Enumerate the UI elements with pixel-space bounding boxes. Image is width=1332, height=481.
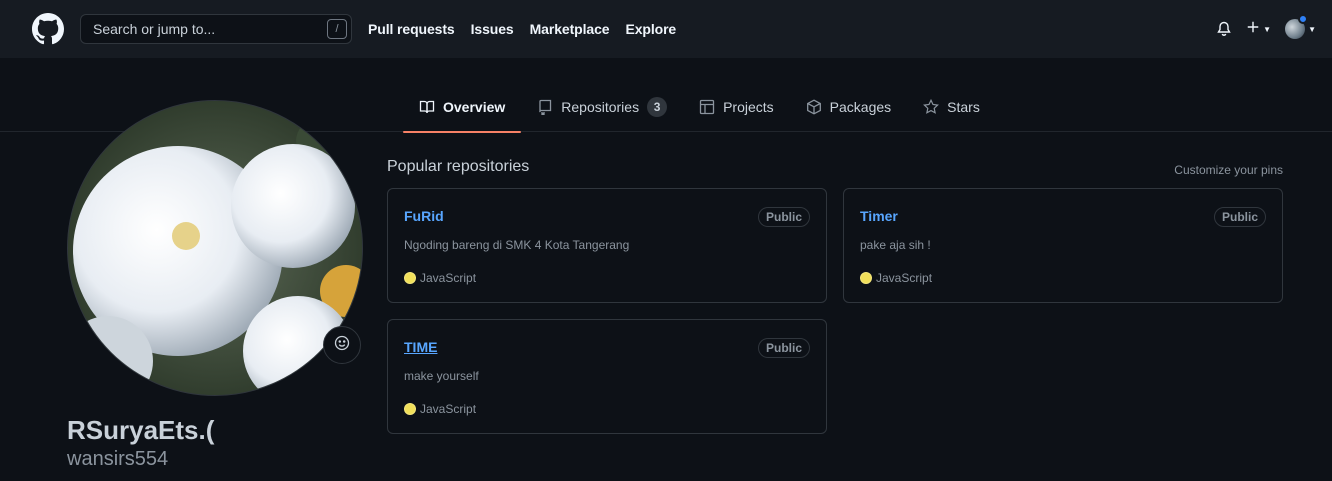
smiley-icon (334, 335, 350, 356)
tab-label: Projects (723, 99, 774, 115)
repo-card: FuRid Public Ngoding bareng di SMK 4 Kot… (387, 188, 827, 303)
profile-tabs: Overview Repositories 3 Projects Package… (403, 82, 996, 133)
tab-label: Stars (947, 99, 980, 115)
language-color-dot (860, 272, 872, 284)
repo-count-badge: 3 (647, 97, 668, 117)
create-new-button[interactable]: ▼ (1246, 20, 1271, 39)
tab-label: Overview (443, 99, 506, 115)
tab-label: Packages (829, 99, 892, 115)
notification-dot (1298, 14, 1309, 24)
visibility-badge: Public (757, 338, 810, 358)
language-color-dot (404, 403, 416, 415)
avatar (1285, 14, 1309, 39)
repo-icon (537, 99, 553, 115)
visibility-badge: Public (1213, 207, 1266, 227)
tab-stars[interactable]: Stars (907, 82, 996, 132)
tab-overview[interactable]: Overview (403, 82, 522, 133)
search-input[interactable]: Search or jump to... / (80, 14, 352, 44)
repo-language: JavaScript (404, 271, 476, 285)
nav-marketplace[interactable]: Marketplace (530, 21, 610, 37)
caret-down-icon: ▼ (1308, 24, 1316, 34)
global-header: Search or jump to... / Pull requests Iss… (0, 0, 1332, 58)
repo-name-link[interactable]: Timer (860, 208, 898, 224)
tab-projects[interactable]: Projects (683, 82, 790, 132)
book-icon (419, 99, 435, 115)
language-label: JavaScript (420, 271, 477, 285)
table-icon (699, 99, 715, 115)
language-color-dot (404, 272, 416, 284)
tab-packages[interactable]: Packages (790, 82, 907, 132)
global-nav: Pull requests Issues Marketplace Explore (368, 21, 692, 37)
repo-language: JavaScript (860, 271, 932, 285)
star-icon (923, 99, 940, 115)
repo-name-link[interactable]: FuRid (404, 208, 444, 224)
bell-icon[interactable] (1216, 21, 1232, 37)
profile-avatar[interactable] (67, 100, 363, 396)
profile-full-name: RSuryaEts.( (67, 415, 215, 445)
nav-issues[interactable]: Issues (471, 21, 514, 37)
language-label: JavaScript (420, 402, 477, 416)
repo-description: pake aja sih ! (860, 238, 931, 252)
header-actions: ▼ ▼ (1216, 0, 1316, 58)
profile-username: wansirs554 (67, 448, 169, 470)
repo-card: Timer Public pake aja sih ! JavaScript (843, 188, 1283, 303)
repo-card: TIME Public make yourself JavaScript (387, 319, 827, 434)
popular-repositories-heading: Popular repositories (387, 158, 530, 175)
package-icon (806, 99, 822, 115)
search-shortcut-key: / (327, 19, 347, 39)
plus-icon (1246, 20, 1260, 39)
repo-name-link[interactable]: TIME (404, 339, 437, 355)
tab-repositories[interactable]: Repositories 3 (521, 82, 683, 132)
caret-down-icon: ▼ (1263, 24, 1272, 34)
nav-explore[interactable]: Explore (625, 21, 676, 37)
repo-description: Ngoding bareng di SMK 4 Kota Tangerang (404, 238, 630, 252)
user-menu-button[interactable]: ▼ (1285, 14, 1316, 39)
repo-description: make yourself (404, 369, 479, 383)
language-label: JavaScript (876, 271, 933, 285)
customize-pins-link[interactable]: Customize your pins (1174, 163, 1283, 177)
visibility-badge: Public (757, 207, 810, 227)
github-logo-icon[interactable] (32, 13, 64, 45)
tab-label: Repositories (561, 99, 640, 115)
repo-language: JavaScript (404, 402, 476, 416)
set-status-button[interactable] (323, 326, 361, 364)
search-placeholder: Search or jump to... (93, 21, 216, 37)
nav-pull-requests[interactable]: Pull requests (368, 21, 455, 37)
